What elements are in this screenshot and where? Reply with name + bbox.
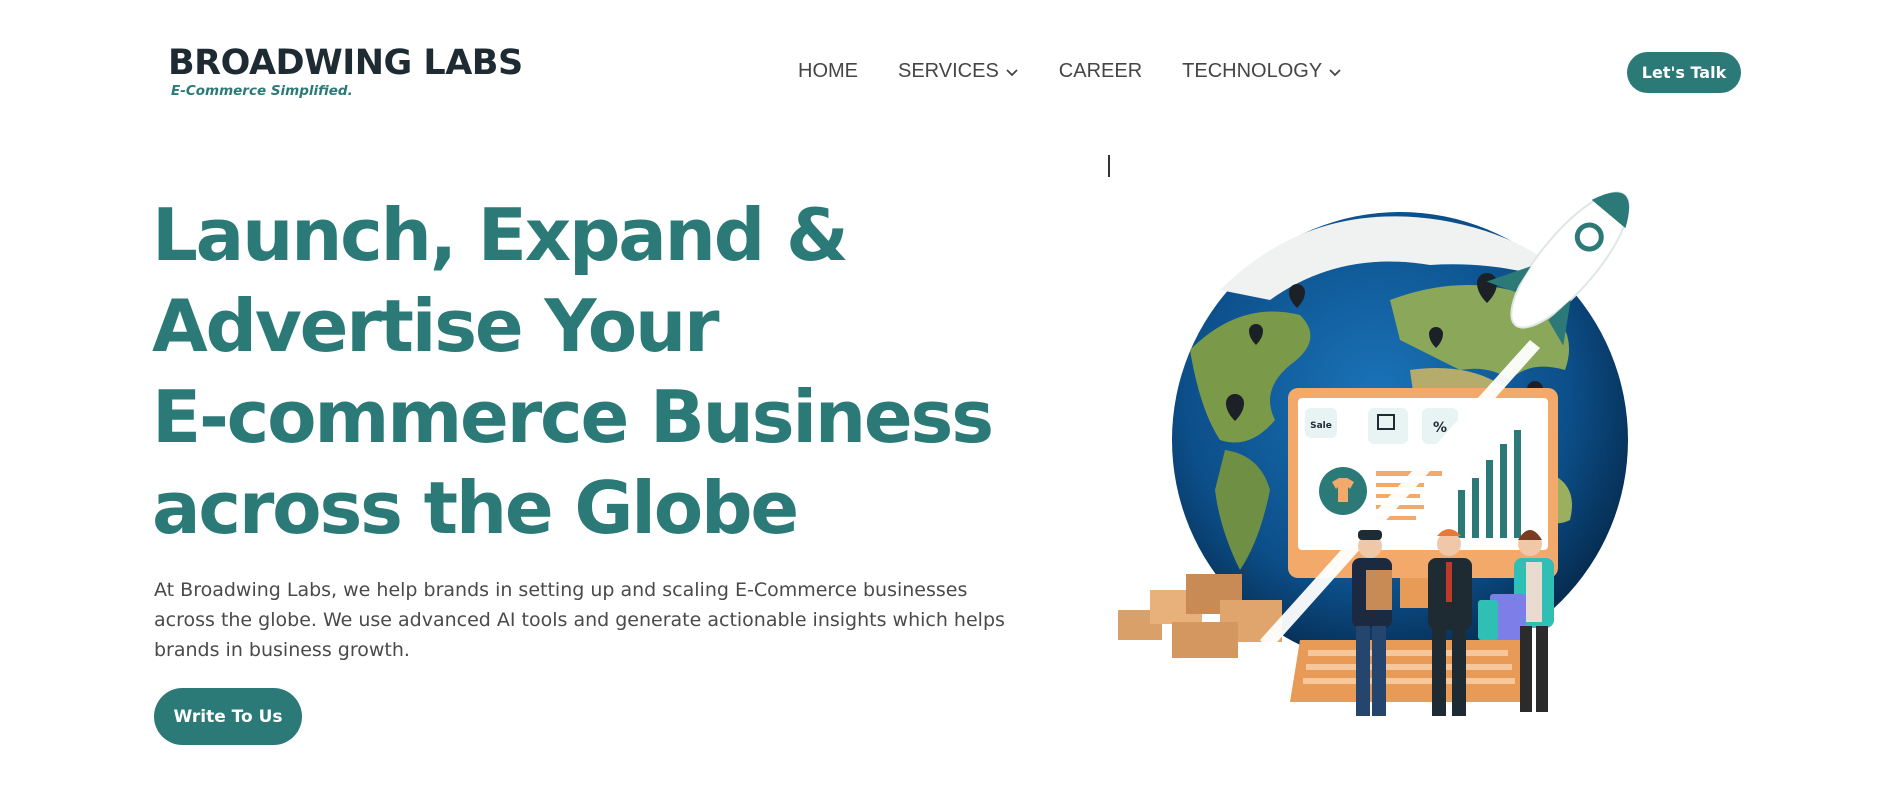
logo-tagline: E-Commerce Simplified. bbox=[171, 83, 353, 99]
hero-description: At Broadwing Labs, we help brands in set… bbox=[154, 579, 1005, 661]
nav-career[interactable]: CAREER bbox=[1059, 60, 1142, 83]
hero-title-line: across the Globe bbox=[152, 466, 799, 550]
nav-technology-label: TECHNOLOGY bbox=[1182, 60, 1323, 82]
logo-wordmark: BROADWING LABS bbox=[168, 43, 523, 83]
hero-illustration: Sale % bbox=[1118, 191, 1630, 716]
site-header: BROADWING LABS E-Commerce Simplified. HO… bbox=[0, 0, 1901, 145]
nav-career-label: CAREER bbox=[1058, 60, 1143, 82]
percent-badge: % bbox=[1433, 420, 1447, 436]
hero-title-line: E-commerce Business bbox=[152, 375, 994, 459]
nav-services[interactable]: SERVICES bbox=[898, 60, 1019, 83]
sale-badge: Sale bbox=[1310, 421, 1332, 431]
text-cursor bbox=[1108, 155, 1110, 177]
keyboard-graphic bbox=[1290, 640, 1530, 702]
main-nav: HOME SERVICES CAREER TECHNOLOGY bbox=[798, 60, 1342, 83]
lets-talk-button[interactable]: Let's Talk bbox=[1627, 52, 1741, 93]
nav-home[interactable]: HOME bbox=[798, 60, 858, 83]
hero-title: Launch, Expand & Advertise Your E-commer… bbox=[152, 190, 1032, 554]
write-to-us-button[interactable]: Write To Us bbox=[154, 688, 302, 745]
chevron-down-icon bbox=[1329, 68, 1341, 76]
logo[interactable]: BROADWING LABS E-Commerce Simplified. bbox=[168, 43, 523, 100]
hero-title-line: Advertise Your bbox=[152, 284, 720, 368]
nav-services-label: SERVICES bbox=[898, 60, 999, 82]
nav-home-label: HOME bbox=[798, 60, 858, 82]
nav-technology[interactable]: TECHNOLOGY bbox=[1182, 60, 1342, 83]
chevron-down-icon bbox=[1006, 68, 1018, 76]
hero-title-line: Launch, Expand & bbox=[152, 193, 849, 277]
